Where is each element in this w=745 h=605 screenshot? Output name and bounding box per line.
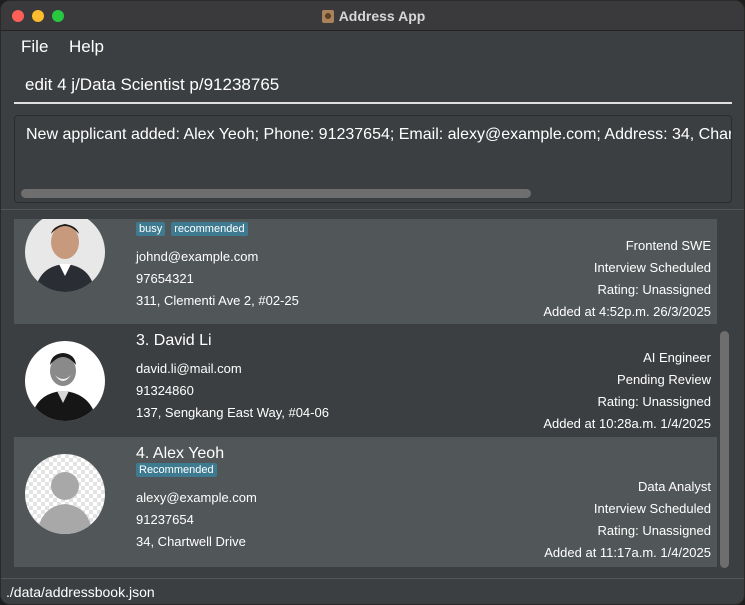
- tag-badge: recommended: [171, 222, 248, 236]
- person-job: AI Engineer: [643, 350, 711, 365]
- person-email: johnd@example.com: [136, 249, 259, 264]
- person-email: david.li@mail.com: [136, 361, 242, 376]
- person-name: 4. Alex Yeoh: [136, 445, 225, 462]
- person-status: Interview Scheduled: [593, 260, 711, 275]
- menu-bar: File Help: [1, 32, 744, 62]
- person-email: alexy@example.com: [136, 490, 257, 505]
- address-book-app-icon: [321, 9, 334, 23]
- person-rating: Rating: Unassigned: [597, 282, 711, 297]
- window-title-wrap: Address App: [1, 1, 744, 31]
- person-placeholder-icon: [25, 454, 105, 534]
- person-list: busy recommended johnd@example.com 97654…: [1, 219, 744, 577]
- command-input[interactable]: [14, 68, 732, 102]
- person-card[interactable]: busy recommended johnd@example.com 97654…: [14, 219, 717, 324]
- person-added-time: Added at 11:17a.m. 1/4/2025: [544, 545, 711, 560]
- person-status: Pending Review: [617, 372, 711, 387]
- tag-list: Recommended: [136, 463, 217, 477]
- command-box: [14, 68, 732, 104]
- person-added-time: Added at 10:28a.m. 1/4/2025: [543, 416, 711, 431]
- person-phone: 91324860: [136, 383, 194, 398]
- person-job: Frontend SWE: [625, 238, 711, 253]
- tag-badge: Recommended: [136, 463, 217, 477]
- person-phone: 91237654: [136, 512, 194, 527]
- menu-file[interactable]: File: [21, 37, 48, 57]
- person-rating: Rating: Unassigned: [597, 394, 711, 409]
- panel-divider[interactable]: [1, 209, 744, 219]
- window-title: Address App: [338, 8, 426, 24]
- status-bar: ./data/addressbook.json: [1, 578, 744, 604]
- person-added-time: Added at 4:52p.m. 26/3/2025: [543, 304, 711, 319]
- result-message: New applicant added: Alex Yeoh; Phone: 9…: [26, 126, 732, 143]
- app-window: Address App File Help New applicant adde…: [0, 0, 745, 605]
- tag-badge: busy: [136, 222, 166, 236]
- person-address: 311, Clementi Ave 2, #02-25: [136, 293, 299, 308]
- result-horizontal-scrollbar[interactable]: [21, 189, 531, 198]
- person-address: 34, Chartwell Drive: [136, 534, 246, 549]
- person-rating: Rating: Unassigned: [597, 523, 711, 538]
- person-card[interactable]: 3. David Li david.li@mail.com 91324860 1…: [14, 324, 717, 437]
- person-address: 137, Sengkang East Way, #04-06: [136, 405, 329, 420]
- menu-help[interactable]: Help: [69, 37, 104, 57]
- avatar: [25, 341, 105, 421]
- title-bar: Address App: [1, 1, 744, 31]
- person-job: Data Analyst: [638, 479, 711, 494]
- person-name: 3. David Li: [136, 332, 212, 349]
- list-vertical-scrollbar[interactable]: [720, 331, 729, 568]
- person-card[interactable]: 4. Alex Yeoh Recommended alexy@example.c…: [14, 437, 717, 567]
- person-status: Interview Scheduled: [593, 501, 711, 516]
- person-phone: 97654321: [136, 271, 194, 286]
- result-display: New applicant added: Alex Yeoh; Phone: 9…: [14, 115, 732, 203]
- save-location-path: ./data/addressbook.json: [6, 584, 155, 600]
- tag-list: busy recommended: [136, 222, 248, 236]
- avatar: [25, 219, 105, 292]
